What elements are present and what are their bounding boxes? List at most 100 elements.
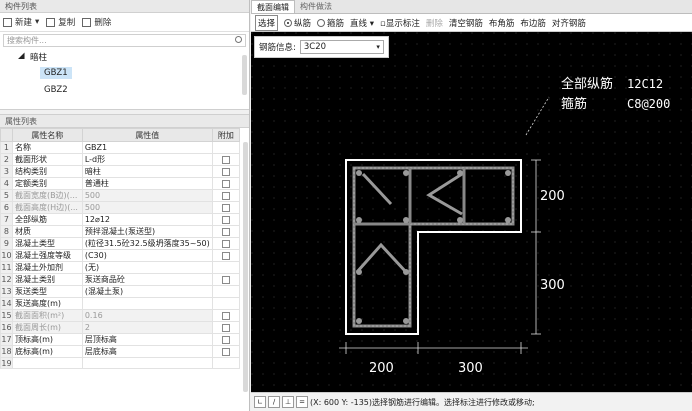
property-value[interactable] xyxy=(81,356,213,370)
checkbox[interactable] xyxy=(221,215,230,224)
checkbox[interactable] xyxy=(221,179,230,188)
property-extra[interactable] xyxy=(211,345,241,358)
property-row[interactable]: 13 泵送类型 (混凝土泵) xyxy=(0,285,241,298)
property-value[interactable]: 2 xyxy=(81,321,213,334)
tree-item-gbz2[interactable]: GBZ2 xyxy=(44,85,68,95)
property-value[interactable] xyxy=(81,297,213,310)
property-extra[interactable] xyxy=(211,177,241,190)
property-row[interactable]: 3 结构类别 暗柱 xyxy=(0,165,241,178)
property-value[interactable]: L-d形 xyxy=(81,153,213,166)
property-row[interactable]: 5 截面宽度(B边)(... 500 xyxy=(0,189,241,202)
property-extra[interactable] xyxy=(211,165,241,178)
annotation-value1[interactable]: 12C12 xyxy=(627,77,663,91)
checkbox[interactable] xyxy=(221,227,230,236)
property-extra[interactable] xyxy=(211,249,241,262)
property-value[interactable]: (混凝土泵) xyxy=(81,285,213,298)
property-extra[interactable] xyxy=(211,189,241,202)
property-value[interactable]: 500 xyxy=(81,201,213,214)
drawing-canvas[interactable]: 钢筋信息: 3C20 ▾ 200 300 200 300 全部纵筋 12C12 … xyxy=(251,32,692,392)
checkbox[interactable] xyxy=(221,203,230,212)
property-extra[interactable] xyxy=(211,309,241,322)
property-value[interactable]: (粒径31.5砼32.5级坍落度35~50) xyxy=(81,237,213,250)
property-extra[interactable] xyxy=(211,213,241,226)
edge-rebar-button[interactable]: 布边筋 xyxy=(520,17,546,29)
checkbox[interactable] xyxy=(221,191,230,200)
property-value[interactable]: 暗柱 xyxy=(81,165,213,178)
property-value[interactable]: 预拌混凝土(泵送型) xyxy=(81,225,213,238)
property-extra[interactable] xyxy=(211,201,241,214)
search-input[interactable]: 搜索构件... xyxy=(3,34,246,47)
property-row[interactable]: 6 截面高度(H边)(... 500 xyxy=(0,201,241,214)
radio-longitudinal[interactable]: 纵筋 xyxy=(284,17,311,29)
dim-right-top[interactable]: 200 xyxy=(540,189,565,204)
slope-icon[interactable]: ∕ xyxy=(268,396,280,408)
property-extra[interactable] xyxy=(211,333,241,346)
property-row[interactable]: 18 底标高(m) 层底标高 xyxy=(0,345,241,358)
copy-button[interactable]: 复制 xyxy=(46,16,75,28)
rebar-info-select[interactable]: 3C20 xyxy=(299,40,384,54)
dim-bottom-right[interactable]: 300 xyxy=(458,361,483,376)
property-value[interactable]: 0.16 xyxy=(81,309,213,322)
ortho-icon[interactable]: ∟ xyxy=(254,396,266,408)
tree-scrollbar[interactable] xyxy=(242,55,247,95)
property-row[interactable]: 15 截面面积(m²) 0.16 xyxy=(0,309,241,322)
property-row[interactable]: 16 截面周长(m) 2 xyxy=(0,321,241,334)
property-extra[interactable] xyxy=(211,153,241,166)
new-button[interactable]: 新建 ▾ xyxy=(3,16,39,28)
corner-rebar-button[interactable]: 布角筋 xyxy=(489,17,515,29)
checkbox[interactable] xyxy=(221,155,230,164)
property-row[interactable]: 10 混凝土强度等级 (C30) xyxy=(0,249,241,262)
checkbox[interactable] xyxy=(221,335,230,344)
clear-rebar-button[interactable]: 清空钢筋 xyxy=(449,17,483,29)
checkbox[interactable] xyxy=(221,311,230,320)
property-value[interactable]: 层顶标高 xyxy=(81,333,213,346)
dropdown-arrow-icon[interactable]: ▾ xyxy=(35,17,39,27)
property-row[interactable]: 8 材质 预拌混凝土(泵送型) xyxy=(0,225,241,238)
tab-section-edit[interactable]: 截面编辑 xyxy=(251,0,295,13)
dim-bottom-left[interactable]: 200 xyxy=(369,361,394,376)
delete-button[interactable]: 删除 xyxy=(82,16,111,28)
dim-right-bottom[interactable]: 300 xyxy=(540,278,565,293)
tree-item-gbz1[interactable]: GBZ1 xyxy=(40,67,72,79)
property-row[interactable]: 4 定额类别 普通柱 xyxy=(0,177,241,190)
property-row[interactable]: 17 顶标高(m) 层顶标高 xyxy=(0,333,241,346)
tab-component-method[interactable]: 构件做法 xyxy=(295,0,337,13)
radio-stirrup[interactable]: 箍筋 xyxy=(317,17,344,29)
property-row[interactable]: 2 截面形状 L-d形 xyxy=(0,153,241,166)
checkbox[interactable] xyxy=(221,323,230,332)
property-value[interactable]: 12⌀12 xyxy=(81,213,213,226)
search-icon[interactable] xyxy=(235,36,242,43)
property-value[interactable]: 层底标高 xyxy=(81,345,213,358)
tree-expand-icon[interactable]: ◢ xyxy=(18,51,25,61)
annotation-value2[interactable]: C8@200 xyxy=(627,97,670,111)
line-mode-select[interactable]: 直线 ▾ xyxy=(350,17,374,29)
checkbox[interactable] xyxy=(221,275,230,284)
property-row[interactable]: 12 混凝土类别 泵送商品砼 xyxy=(0,273,241,286)
property-extra[interactable] xyxy=(211,237,241,250)
property-row[interactable]: 14 泵送高度(m) xyxy=(0,297,241,310)
property-row[interactable]: 1 名称 GBZ1 xyxy=(0,141,241,154)
property-row[interactable]: 11 混凝土外加剂 (无) xyxy=(0,261,241,274)
property-row[interactable]: 9 混凝土类型 (粒径31.5砼32.5级坍落度35~50) xyxy=(0,237,241,250)
property-scrollbar[interactable] xyxy=(243,142,248,392)
checkbox[interactable] xyxy=(221,239,230,248)
snap-icon[interactable]: = xyxy=(296,396,308,408)
property-extra[interactable] xyxy=(211,273,241,286)
property-extra[interactable] xyxy=(211,225,241,238)
property-value[interactable]: GBZ1 xyxy=(81,141,213,154)
tree-parent-node[interactable]: 暗柱 xyxy=(30,51,47,63)
symmetric-rebar-button[interactable]: 对齐钢筋 xyxy=(552,17,586,29)
property-extra[interactable] xyxy=(211,321,241,334)
show-label-button[interactable]: ▫显示标注 xyxy=(380,17,420,29)
perpendicular-icon[interactable]: ⊥ xyxy=(282,396,294,408)
checkbox[interactable] xyxy=(221,167,230,176)
property-row[interactable]: 7 全部纵筋 12⌀12 xyxy=(0,213,241,226)
delete-rebar-button[interactable]: 删除 xyxy=(426,17,443,29)
property-value[interactable]: 泵送商品砼 xyxy=(81,273,213,286)
property-value[interactable]: 500 xyxy=(81,189,213,202)
property-value[interactable]: 普通柱 xyxy=(81,177,213,190)
select-button[interactable]: 选择 xyxy=(255,14,279,31)
checkbox[interactable] xyxy=(221,251,230,260)
property-value[interactable]: (C30) xyxy=(81,249,213,262)
checkbox[interactable] xyxy=(221,347,230,356)
